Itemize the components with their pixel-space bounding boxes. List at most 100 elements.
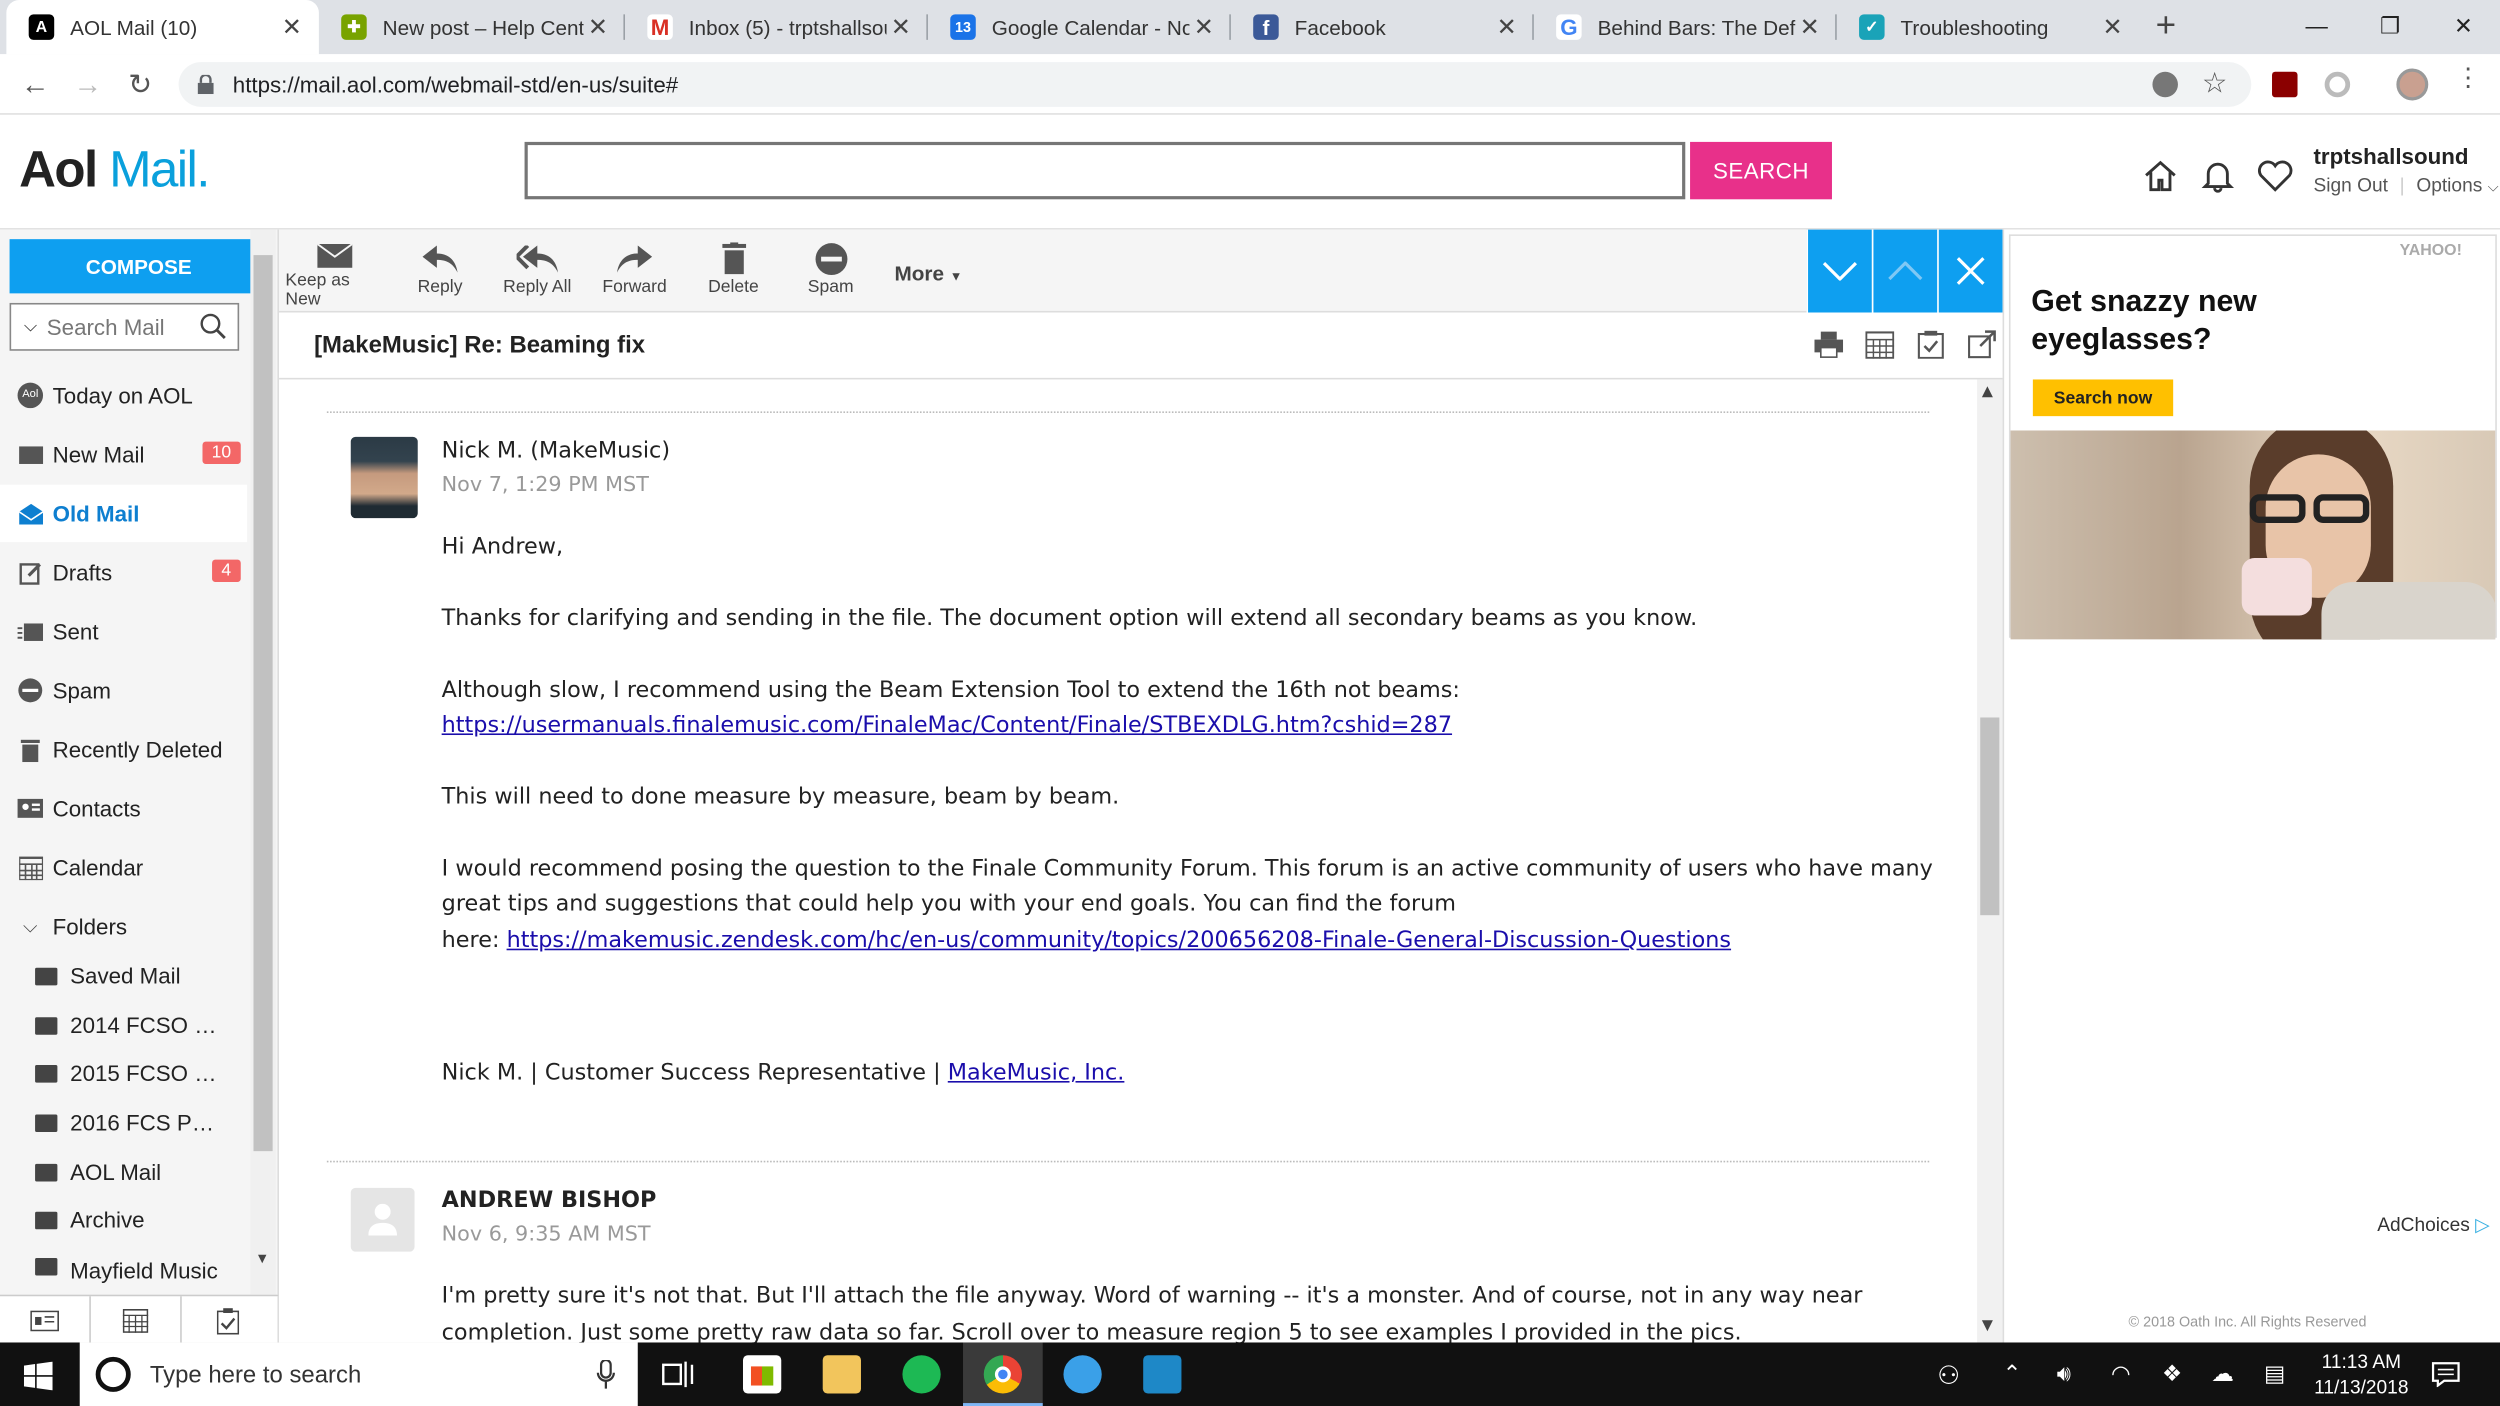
close-icon[interactable]: ✕ bbox=[584, 13, 613, 42]
ad-image[interactable] bbox=[2010, 430, 2496, 640]
star-icon[interactable]: ☆ bbox=[2202, 67, 2228, 100]
close-icon[interactable]: ✕ bbox=[2098, 13, 2127, 42]
url-field[interactable]: https://mail.aol.com/webmail-std/en-us/s… bbox=[178, 62, 2252, 107]
chevron-up-icon[interactable]: ⌃ bbox=[2003, 1360, 2022, 1387]
back-icon[interactable]: ← bbox=[18, 69, 53, 101]
finale-app-icon[interactable] bbox=[1063, 1355, 1102, 1394]
heart-icon[interactable] bbox=[2256, 158, 2294, 193]
windows-app-icon[interactable] bbox=[1143, 1355, 1182, 1394]
sidebar-item-sent[interactable]: Sent bbox=[0, 603, 247, 660]
volume-icon[interactable]: 🔊︎ bbox=[2057, 1360, 2071, 1387]
tab-behind-bars[interactable]: G Behind Bars: The Defin ✕ bbox=[1534, 0, 1837, 54]
tab-google-calendar[interactable]: 13 Google Calendar - Nov ✕ bbox=[928, 0, 1231, 54]
sender-name[interactable]: Nick M. (MakeMusic) bbox=[442, 438, 670, 464]
makemusic-link[interactable]: MakeMusic, Inc. bbox=[948, 1060, 1125, 1086]
folder-item[interactable]: Mayfield Music bbox=[0, 1245, 247, 1286]
forum-link[interactable]: https://makemusic.zendesk.com/hc/en-us/c… bbox=[507, 928, 1731, 954]
add-to-calendar-icon[interactable] bbox=[1865, 330, 1895, 359]
scroll-down-arrow-icon[interactable]: ▼ bbox=[1982, 1319, 1993, 1335]
close-icon[interactable]: ✕ bbox=[1189, 13, 1218, 42]
print-icon[interactable] bbox=[1814, 330, 1844, 359]
ad-search-now-button[interactable]: Search now bbox=[2032, 379, 2174, 417]
sidebar-item-drafts[interactable]: Drafts 4 bbox=[0, 544, 247, 601]
tab-facebook[interactable]: f Facebook ✕ bbox=[1231, 0, 1534, 54]
pop-out-icon[interactable] bbox=[1967, 330, 1996, 359]
scroll-up-arrow-icon[interactable]: ▲ bbox=[1982, 384, 1993, 400]
folder-item[interactable]: Saved Mail bbox=[0, 952, 247, 1000]
message-link-beam-tool[interactable]: https://usermanuals.finalemusic.com/Fina… bbox=[442, 708, 1452, 744]
search-input[interactable] bbox=[524, 141, 1686, 200]
sidebar-scrollbar-thumb[interactable] bbox=[253, 255, 273, 1152]
close-icon[interactable]: ✕ bbox=[1492, 13, 1521, 42]
folder-item[interactable]: AOL Mail bbox=[0, 1148, 247, 1196]
close-icon[interactable]: ✕ bbox=[277, 13, 306, 42]
reply-button[interactable]: Reply bbox=[407, 239, 474, 309]
sidebar-item-new-mail[interactable]: New Mail 10 bbox=[0, 426, 247, 483]
previous-message-button[interactable] bbox=[1871, 229, 1938, 313]
reply-all-button[interactable]: Reply All bbox=[496, 239, 579, 309]
extension-icon[interactable] bbox=[2324, 71, 2351, 98]
tab-troubleshooting[interactable]: ✓ Troubleshooting ✕ bbox=[1837, 0, 2140, 54]
contacts-footer-button[interactable] bbox=[0, 1296, 91, 1345]
forward-button[interactable]: Forward bbox=[599, 239, 669, 309]
new-tab-icon[interactable]: + bbox=[2156, 7, 2177, 43]
folder-item[interactable]: 2015 FCSO … bbox=[0, 1049, 247, 1097]
profile-avatar[interactable] bbox=[2396, 68, 2429, 101]
folder-item[interactable]: 2014 FCSO … bbox=[0, 1001, 247, 1049]
close-message-button[interactable] bbox=[1937, 229, 2003, 313]
clock[interactable]: 11:13 AM 11/13/2018 bbox=[2307, 1349, 2415, 1400]
sign-out-link[interactable]: Sign Out bbox=[2313, 174, 2387, 196]
calendar-footer-button[interactable] bbox=[91, 1296, 182, 1345]
reload-icon[interactable]: ↻ bbox=[123, 69, 158, 101]
adchoices-link[interactable]: AdChoices ▷ bbox=[2377, 1213, 2490, 1235]
sidebar-item-today-on-aol[interactable]: Aol Today on AOL bbox=[0, 367, 247, 424]
spam-button[interactable]: Spam bbox=[797, 239, 864, 309]
dropbox-icon[interactable]: ❖ bbox=[2162, 1360, 2182, 1387]
notification-bell-icon[interactable] bbox=[2200, 158, 2235, 193]
delete-button[interactable]: Delete bbox=[700, 239, 767, 309]
tasks-footer-button[interactable] bbox=[182, 1296, 273, 1344]
people-icon[interactable]: ⚇ bbox=[1937, 1360, 1960, 1392]
action-center-icon[interactable] bbox=[2431, 1362, 2460, 1388]
file-explorer-icon[interactable] bbox=[822, 1355, 861, 1394]
folders-toggle[interactable]: ⌵ Folders bbox=[0, 898, 247, 955]
next-message-button[interactable] bbox=[1806, 229, 1872, 313]
message-scrollbar-thumb[interactable] bbox=[1980, 717, 2000, 916]
search-button[interactable]: SEARCH bbox=[1690, 141, 1832, 200]
taskbar-search-field[interactable]: Type here to search bbox=[79, 1342, 638, 1406]
folder-item[interactable]: Archive bbox=[0, 1196, 247, 1244]
window-close-icon[interactable]: ✕ bbox=[2427, 0, 2500, 51]
spotify-icon[interactable] bbox=[902, 1355, 941, 1394]
home-icon[interactable] bbox=[2143, 158, 2178, 193]
folder-item[interactable]: 2016 FCS P… bbox=[0, 1099, 247, 1147]
menu-icon[interactable]: ⋮ bbox=[2455, 66, 2481, 93]
tab-help-center[interactable]: ✚ New post – Help Cente ✕ bbox=[319, 0, 625, 54]
scroll-down-arrow-icon[interactable]: ▼ bbox=[255, 1250, 269, 1266]
keep-as-new-button[interactable]: Keep as New bbox=[285, 239, 384, 309]
close-icon[interactable]: ✕ bbox=[886, 13, 915, 42]
options-link[interactable]: Options bbox=[2416, 174, 2482, 196]
microphone-icon[interactable] bbox=[596, 1360, 615, 1389]
chrome-taskbar-button[interactable] bbox=[963, 1342, 1043, 1406]
compose-button[interactable]: COMPOSE bbox=[9, 239, 268, 294]
tab-gmail[interactable]: M Inbox (5) - trptshallsou ✕ bbox=[625, 0, 928, 54]
close-icon[interactable]: ✕ bbox=[1795, 13, 1824, 42]
more-menu-button[interactable]: More ▼ bbox=[894, 261, 962, 285]
tab-aol-mail[interactable]: A AOL Mail (10) ✕ bbox=[6, 0, 319, 55]
sidebar-item-recently-deleted[interactable]: Recently Deleted bbox=[0, 721, 247, 778]
sidebar-item-contacts[interactable]: Contacts bbox=[0, 780, 247, 837]
forward-icon[interactable]: → bbox=[70, 69, 105, 101]
wifi-icon[interactable]: ◠ bbox=[2111, 1360, 2130, 1387]
task-view-icon[interactable] bbox=[662, 1360, 694, 1389]
sender-name[interactable]: ANDREW BISHOP bbox=[442, 1188, 657, 1214]
microsoft-store-icon[interactable] bbox=[742, 1355, 782, 1394]
chevron-down-icon[interactable]: ⌵ bbox=[24, 316, 37, 337]
search-icon[interactable] bbox=[199, 313, 228, 342]
add-task-icon[interactable] bbox=[1916, 330, 1945, 359]
sidebar-item-spam[interactable]: Spam bbox=[0, 662, 247, 719]
pdf-extension-icon[interactable] bbox=[2272, 71, 2298, 98]
blocked-popup-icon[interactable] bbox=[2152, 71, 2178, 98]
search-mail-field[interactable]: ⌵ Search Mail bbox=[9, 302, 240, 351]
windows-start-icon[interactable] bbox=[23, 1361, 53, 1391]
keyboard-icon[interactable]: ▤ bbox=[2264, 1360, 2285, 1387]
